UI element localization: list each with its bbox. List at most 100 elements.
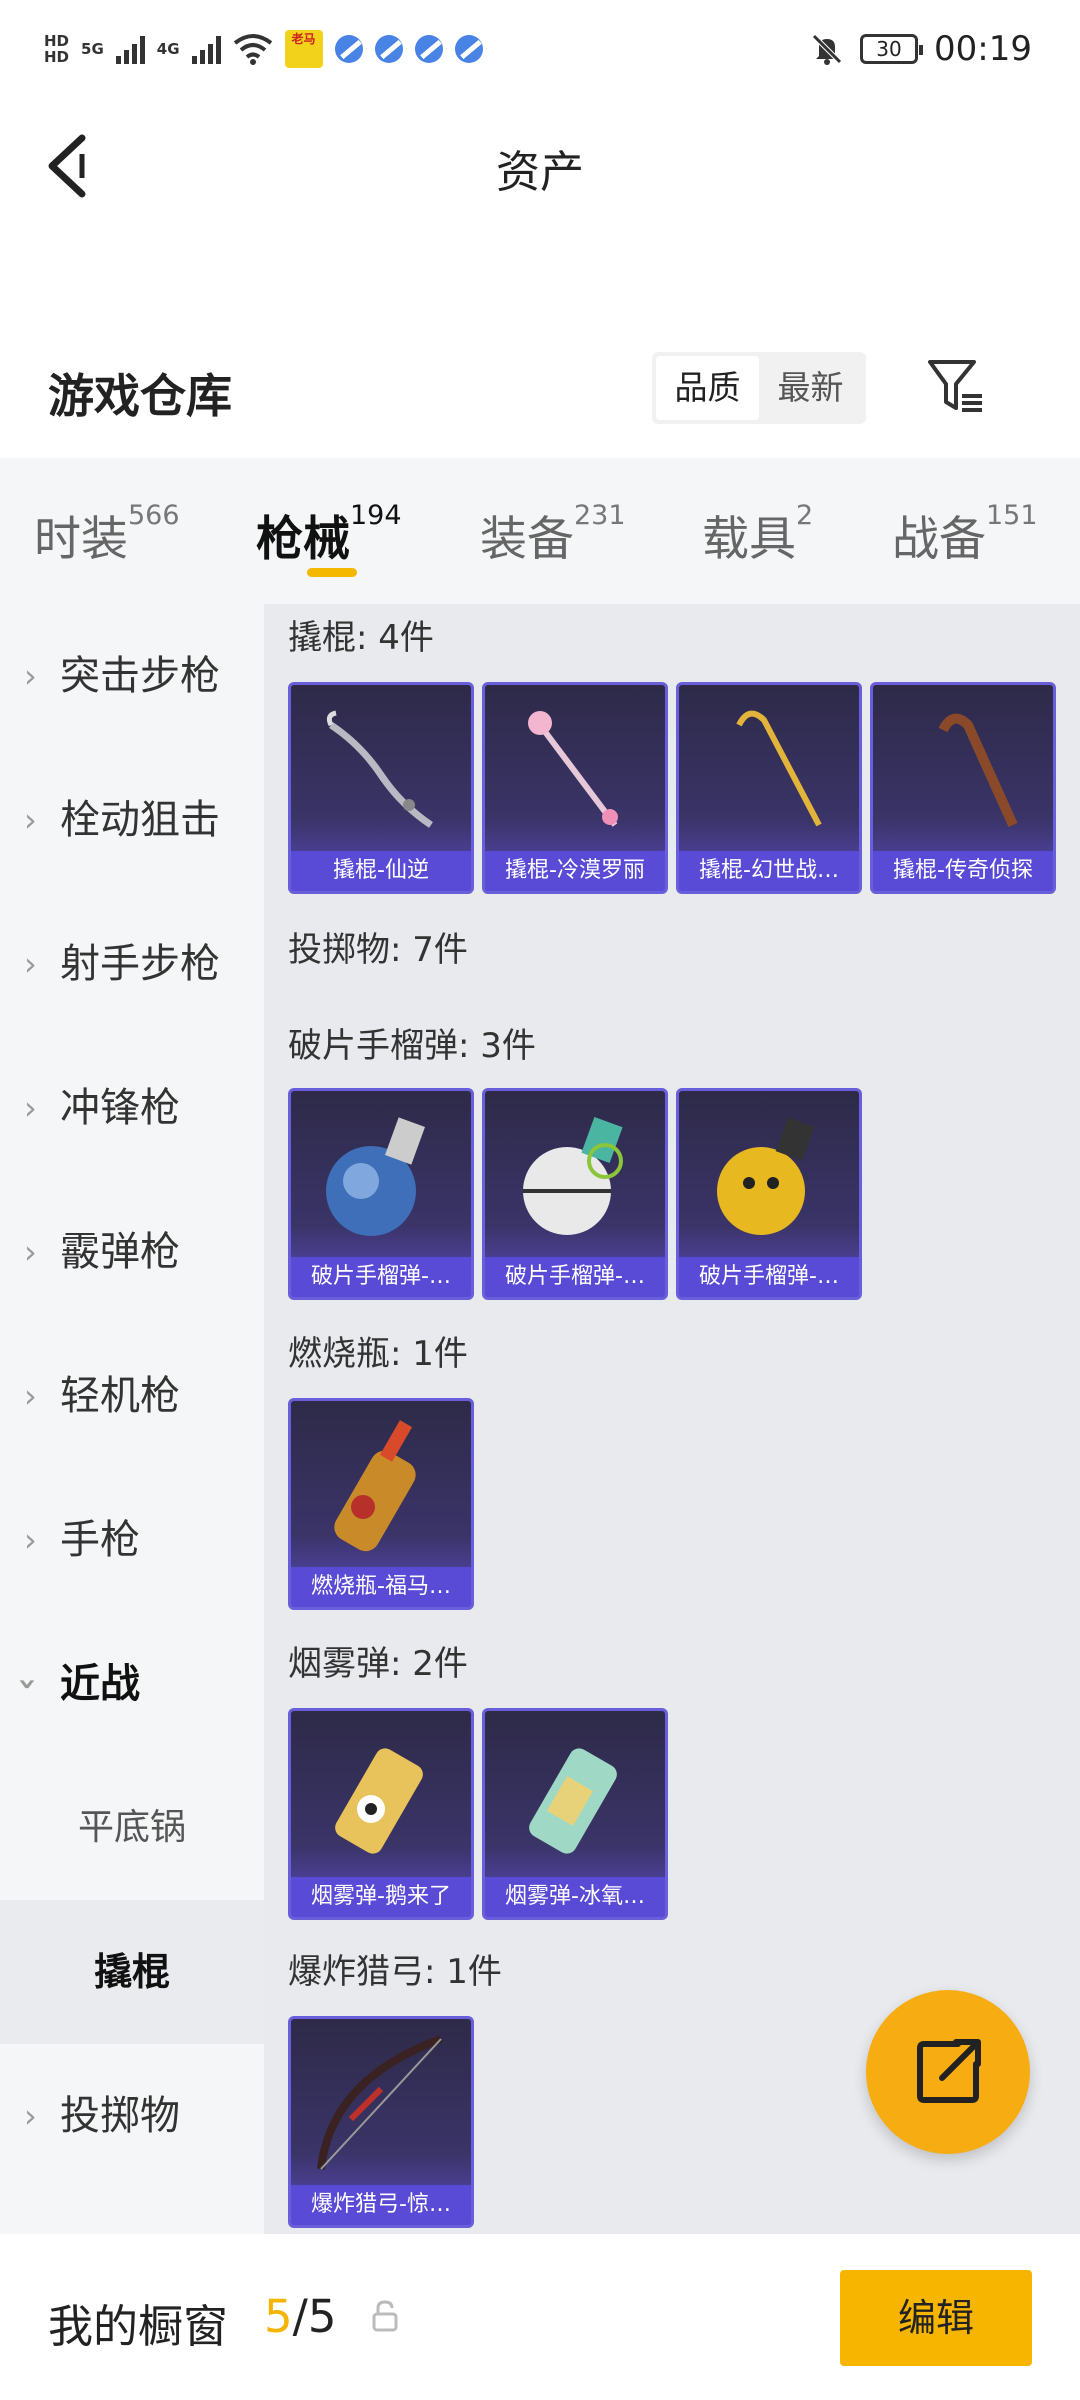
sort-newest-button[interactable]: 最新 xyxy=(759,356,862,420)
app-notification-icon: 老马 xyxy=(284,30,323,68)
item-card-label: 爆炸猎弓-惊… xyxy=(291,2185,471,2225)
sort-toggle: 品质 最新 xyxy=(652,352,866,424)
page-title: 资产 xyxy=(496,147,584,198)
bow-item-image xyxy=(317,2035,443,2170)
tab-label: 枪械 xyxy=(256,512,350,567)
tab-count: 151 xyxy=(986,500,1038,531)
section-title-molotov: 燃烧瓶: 1件 xyxy=(288,1334,468,1374)
item-card-label: 撬棍-冷漠罗丽 xyxy=(485,851,665,891)
item-card-label: 破片手榴弹-… xyxy=(485,1257,665,1297)
item-card[interactable]: 破片手榴弹-… xyxy=(482,1088,668,1300)
section-title-throwables: 投掷物: 7件 xyxy=(288,930,468,970)
chevron-right-icon: › xyxy=(24,1377,37,1415)
grenade-item-image xyxy=(717,1117,815,1235)
hd-label-1: HD xyxy=(44,32,70,50)
sidebar-item-melee[interactable]: › 近战 xyxy=(0,1612,264,1756)
sidebar-item-label: 突击步枪 xyxy=(60,653,220,699)
sidebar-item-pistol[interactable]: › 手枪 xyxy=(0,1468,264,1612)
notification-icon xyxy=(454,35,483,63)
tab-guns[interactable]: 枪械194 xyxy=(256,500,402,569)
tab-fashion[interactable]: 时装566 xyxy=(34,500,180,569)
item-card[interactable]: 烟雾弹-冰氧… xyxy=(482,1708,668,1920)
tab-vehicles[interactable]: 载具2 xyxy=(702,500,813,569)
notification-icon xyxy=(374,35,403,63)
item-card[interactable]: 爆炸猎弓-惊… xyxy=(288,2016,474,2228)
sidebar-item-marksman-rifle[interactable]: › 射手步枪 xyxy=(0,892,264,1036)
hd-indicator: HD HD xyxy=(44,33,69,65)
chevron-right-icon: › xyxy=(24,2097,37,2135)
status-right: 30 00:19 xyxy=(810,26,1032,72)
showcase-label: 我的橱窗 xyxy=(48,2300,229,2353)
clock: 00:19 xyxy=(934,29,1032,69)
item-card-label: 撬棍-传奇侦探 xyxy=(873,851,1053,891)
tab-label: 时装 xyxy=(34,512,128,567)
item-card[interactable]: 破片手榴弹-… xyxy=(288,1088,474,1300)
sort-quality-button[interactable]: 品质 xyxy=(656,356,759,420)
tab-label: 战备 xyxy=(892,512,986,567)
status-bar: HD HD 5G 4G 老马 30 00:19 xyxy=(0,0,1080,100)
item-card-label: 烟雾弹-鹅来了 xyxy=(291,1877,471,1917)
tab-supplies[interactable]: 战备151 xyxy=(892,500,1038,569)
tab-count: 2 xyxy=(796,500,814,531)
showcase-count-current: 5 xyxy=(264,2290,293,2343)
tab-count: 194 xyxy=(350,500,402,531)
tab-count: 231 xyxy=(574,500,626,531)
sidebar-item-label: 手枪 xyxy=(60,1517,140,1563)
sidebar-subitem-pan[interactable]: 平底锅 xyxy=(0,1756,264,1900)
sidebar-item-label: 投掷物 xyxy=(60,2093,180,2139)
tab-label: 载具 xyxy=(702,512,796,567)
sidebar-subitem-crowbar[interactable]: 撬棍 xyxy=(0,1900,264,2044)
showcase-bar: 我的橱窗 5/5 编辑 xyxy=(0,2234,1080,2400)
share-icon xyxy=(917,2039,981,2103)
section-title-frag: 破片手榴弹: 3件 xyxy=(288,1026,536,1066)
item-card[interactable]: 烟雾弹-鹅来了 xyxy=(288,1708,474,1920)
sidebar-item-bolt-sniper[interactable]: › 栓动狙击 xyxy=(0,748,264,892)
sidebar-item-throwables[interactable]: › 投掷物 xyxy=(0,2044,264,2188)
item-card[interactable]: 撬棍-幻世战… xyxy=(676,682,862,894)
sidebar-item-smg[interactable]: › 冲锋枪 xyxy=(0,1036,264,1180)
hd-label-2: HD xyxy=(44,48,70,66)
smoke-grenade-item-image xyxy=(529,1748,617,1854)
item-card-label: 破片手榴弹-… xyxy=(291,1257,471,1297)
item-card[interactable]: 破片手榴弹-… xyxy=(676,1088,862,1300)
section-title-bow: 爆炸猎弓: 1件 xyxy=(288,1952,502,1992)
showcase-count-total: 5 xyxy=(307,2290,337,2343)
item-card[interactable]: 撬棍-冷漠罗丽 xyxy=(482,682,668,894)
mute-bell-icon xyxy=(812,34,842,65)
chevron-right-icon: › xyxy=(24,1089,37,1127)
status-left: HD HD 5G 4G 老马 xyxy=(44,24,483,74)
smoke-grenade-item-image xyxy=(335,1748,423,1854)
grenade-item-image xyxy=(523,1117,623,1235)
item-card[interactable]: 撬棍-传奇侦探 xyxy=(870,682,1056,894)
grenade-item-image xyxy=(326,1117,425,1236)
molotov-item-image xyxy=(334,1420,416,1552)
crowbar-item-image xyxy=(528,711,618,827)
sidebar-item-shotgun[interactable]: › 霰弹枪 xyxy=(0,1180,264,1324)
item-card[interactable]: 燃烧瓶-福马… xyxy=(288,1398,474,1610)
notification-icon xyxy=(334,35,363,63)
sidebar-item-lmg[interactable]: › 轻机枪 xyxy=(0,1324,264,1468)
chevron-right-icon: › xyxy=(24,801,37,839)
sidebar-item-label: 轻机枪 xyxy=(60,1373,180,1419)
filter-icon[interactable] xyxy=(926,356,986,416)
sidebar-item-label: 栓动狙击 xyxy=(60,797,220,843)
item-card[interactable]: 撬棍-仙逆 xyxy=(288,682,474,894)
share-fab-button[interactable] xyxy=(866,1990,1030,2154)
lock-icon xyxy=(372,2300,398,2332)
showcase-count: 5/5 xyxy=(264,2290,336,2343)
sidebar-item-label: 冲锋枪 xyxy=(60,1085,180,1131)
item-card-label: 燃烧瓶-福马… xyxy=(291,1567,471,1607)
item-card-label: 撬棍-幻世战… xyxy=(679,851,859,891)
signal-icon-2 xyxy=(191,34,221,64)
tab-equipment[interactable]: 装备231 xyxy=(480,500,626,569)
wifi-icon xyxy=(233,34,272,65)
edit-button[interactable]: 编辑 xyxy=(840,2270,1032,2366)
section-title-crowbar: 撬棍: 4件 xyxy=(288,618,434,658)
signal-icon xyxy=(115,34,145,64)
tab-count: 566 xyxy=(128,500,180,531)
chevron-right-icon: › xyxy=(24,1233,37,1271)
battery-icon: 30 xyxy=(860,34,924,64)
sidebar-item-assault-rifle[interactable]: › 突击步枪 xyxy=(0,604,264,748)
sidebar-item-label: 霰弹枪 xyxy=(60,1229,180,1275)
item-card-label: 烟雾弹-冰氧… xyxy=(485,1877,665,1917)
